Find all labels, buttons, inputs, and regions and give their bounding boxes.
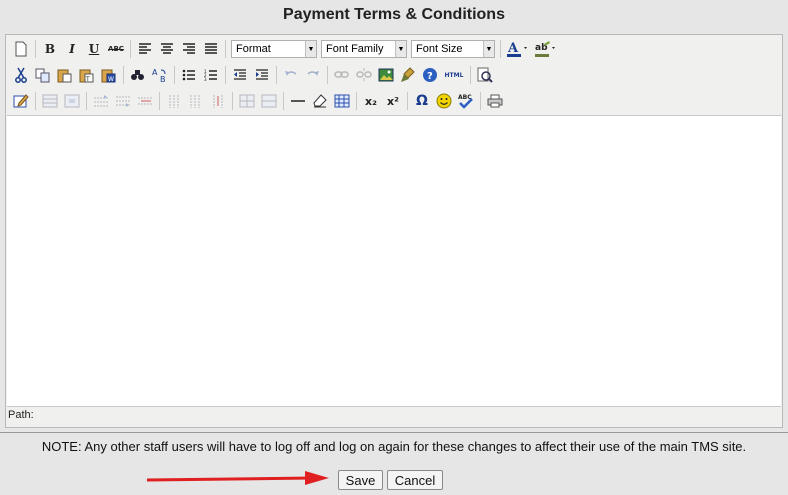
toolbar-row-2: T W AB 123 ? HTML bbox=[10, 63, 496, 87]
note-text: NOTE: Any other staff users will have to… bbox=[41, 439, 747, 454]
underline-button[interactable]: U bbox=[84, 39, 104, 59]
chevron-down-icon: ▼ bbox=[395, 41, 406, 57]
separator bbox=[232, 92, 233, 110]
table-cell-props-icon[interactable] bbox=[62, 91, 82, 111]
toolbar-row-1: B I U ABC Format ▼ Font Family ▼ Font Si… bbox=[10, 37, 560, 61]
paste-icon[interactable] bbox=[55, 65, 75, 85]
table-row-props-icon[interactable] bbox=[40, 91, 60, 111]
separator bbox=[276, 66, 277, 84]
paste-word-icon[interactable]: W bbox=[99, 65, 119, 85]
align-right-icon[interactable] bbox=[179, 39, 199, 59]
chevron-down-icon: ▼ bbox=[483, 41, 494, 57]
separator bbox=[500, 40, 501, 58]
format-select-label: Format bbox=[236, 43, 271, 55]
remove-format-icon[interactable] bbox=[310, 91, 330, 111]
align-justify-icon[interactable] bbox=[201, 39, 221, 59]
svg-text:A: A bbox=[152, 68, 158, 77]
replace-icon[interactable]: AB bbox=[150, 65, 170, 85]
numbered-list-icon[interactable]: 123 bbox=[201, 65, 221, 85]
separator bbox=[123, 66, 124, 84]
copy-icon[interactable] bbox=[33, 65, 53, 85]
strikethrough-button[interactable]: ABC bbox=[106, 39, 126, 59]
preview-icon[interactable] bbox=[475, 65, 495, 85]
horizontal-rule-icon[interactable] bbox=[288, 91, 308, 111]
svg-text:3: 3 bbox=[204, 77, 207, 81]
split-cells-icon[interactable] bbox=[237, 91, 257, 111]
editor-content-area[interactable] bbox=[7, 115, 781, 407]
insert-row-after-icon[interactable] bbox=[113, 91, 133, 111]
cut-icon[interactable] bbox=[11, 65, 31, 85]
separator bbox=[407, 92, 408, 110]
font-family-select-label: Font Family bbox=[326, 43, 384, 55]
separator bbox=[470, 66, 471, 84]
help-icon[interactable]: ? bbox=[420, 65, 440, 85]
path-bar: Path: bbox=[8, 409, 34, 421]
merge-cells-icon[interactable] bbox=[259, 91, 279, 111]
separator bbox=[480, 92, 481, 110]
cancel-button[interactable]: Cancel bbox=[387, 470, 443, 490]
separator bbox=[225, 40, 226, 58]
text-color-icon[interactable]: A bbox=[505, 39, 531, 59]
separator bbox=[159, 92, 160, 110]
html-source-button[interactable]: HTML bbox=[442, 65, 466, 85]
svg-text:B: B bbox=[160, 75, 166, 83]
find-icon[interactable] bbox=[128, 65, 148, 85]
svg-text:T: T bbox=[85, 76, 90, 83]
path-label: Path: bbox=[8, 409, 34, 421]
align-left-icon[interactable] bbox=[135, 39, 155, 59]
edit-icon[interactable] bbox=[11, 91, 31, 111]
print-icon[interactable] bbox=[485, 91, 505, 111]
separator bbox=[35, 92, 36, 110]
svg-text:W: W bbox=[108, 76, 114, 83]
svg-text:A: A bbox=[507, 41, 519, 56]
format-select[interactable]: Format ▼ bbox=[231, 40, 317, 58]
delete-row-icon[interactable] bbox=[135, 91, 155, 111]
italic-button[interactable]: I bbox=[62, 39, 82, 59]
bullet-list-icon[interactable] bbox=[179, 65, 199, 85]
unlink-icon[interactable] bbox=[354, 65, 374, 85]
save-button[interactable]: Save bbox=[338, 470, 383, 490]
align-center-icon[interactable] bbox=[157, 39, 177, 59]
spellcheck-icon[interactable]: ABC bbox=[456, 91, 476, 111]
bold-button[interactable]: B bbox=[40, 39, 60, 59]
redo-icon[interactable] bbox=[303, 65, 323, 85]
new-document-icon[interactable] bbox=[11, 39, 31, 59]
annotation-arrow-icon bbox=[146, 471, 329, 485]
indent-icon[interactable] bbox=[252, 65, 272, 85]
outdent-icon[interactable] bbox=[230, 65, 250, 85]
insert-image-icon[interactable] bbox=[376, 65, 396, 85]
undo-icon[interactable] bbox=[281, 65, 301, 85]
separator bbox=[35, 40, 36, 58]
page-title: Payment Terms & Conditions bbox=[283, 6, 505, 23]
svg-text:?: ? bbox=[427, 71, 433, 82]
insert-row-before-icon[interactable] bbox=[91, 91, 111, 111]
separator bbox=[130, 40, 131, 58]
chevron-down-icon: ▼ bbox=[305, 41, 316, 57]
insert-col-before-icon[interactable] bbox=[164, 91, 184, 111]
separator bbox=[327, 66, 328, 84]
cleanup-icon[interactable] bbox=[398, 65, 418, 85]
divider bbox=[0, 432, 788, 433]
link-icon[interactable] bbox=[332, 65, 352, 85]
toolbar-row-3: x₂ x² Ω ABC bbox=[10, 89, 506, 113]
rich-text-editor: B I U ABC Format ▼ Font Family ▼ Font Si… bbox=[5, 34, 783, 428]
special-char-button[interactable]: Ω bbox=[412, 91, 432, 111]
delete-col-icon[interactable] bbox=[208, 91, 228, 111]
separator bbox=[174, 66, 175, 84]
highlight-color-icon[interactable]: ab bbox=[533, 39, 559, 59]
insert-table-icon[interactable] bbox=[332, 91, 352, 111]
separator bbox=[283, 92, 284, 110]
insert-col-after-icon[interactable] bbox=[186, 91, 206, 111]
subscript-button[interactable]: x₂ bbox=[361, 91, 381, 111]
font-size-select-label: Font Size bbox=[416, 43, 463, 55]
font-family-select[interactable]: Font Family ▼ bbox=[321, 40, 407, 58]
separator bbox=[356, 92, 357, 110]
emoticon-icon[interactable] bbox=[434, 91, 454, 111]
font-size-select[interactable]: Font Size ▼ bbox=[411, 40, 495, 58]
separator bbox=[86, 92, 87, 110]
separator bbox=[225, 66, 226, 84]
paste-text-icon[interactable]: T bbox=[77, 65, 97, 85]
superscript-button[interactable]: x² bbox=[383, 91, 403, 111]
